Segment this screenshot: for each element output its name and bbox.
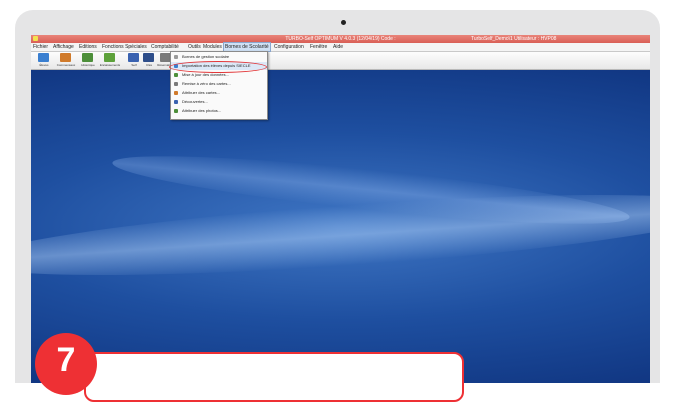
menu-outils[interactable]: Outils [188,43,201,51]
students-button[interactable]: Élèves [33,53,55,69]
photo-icon [174,109,178,113]
history-icon [82,53,93,62]
menu-fichier[interactable]: Fichier [33,43,48,51]
menu-bar: Fichier Affichage Editions Fonctions Spé… [31,42,650,52]
menu-item-assign-cards[interactable]: Attribuer des cartes... [171,89,267,97]
menu-item-reset-cards[interactable]: Remise à zéro des cartes... [171,80,267,88]
diners-button[interactable]: Commensaux [55,53,77,69]
menu-item-label: Attribuer des photos... [182,108,222,113]
update-icon [174,73,178,77]
menu-aide[interactable]: Aide [333,43,343,51]
menu-affichage[interactable]: Affichage [53,43,74,51]
instruction-callout [84,352,464,402]
menu-modules[interactable]: Modules [203,43,222,51]
menu-item-assign-photos[interactable]: Attribuer des photos... [171,107,267,115]
payments-icon [104,53,115,62]
menu-item-label: Bornes de gestion scolaire [182,54,230,59]
menu-item-bornes-gestion[interactable]: Bornes de gestion scolaire [171,53,267,61]
discover-icon [174,100,178,104]
history-button[interactable]: Historique [77,53,99,69]
step-number-badge: 7 [35,333,97,395]
students-icon [38,53,49,62]
toolbar: Élèves Commensaux Historique Encaissemen… [31,52,650,70]
window-title: TURBO-Self OPTIMUM V 4.0.3 (12/04/19) Co… [285,36,396,42]
payments-button[interactable]: Encaissements [99,53,121,69]
menu-comptabilite[interactable]: Comptabilité [151,43,179,51]
menu-configuration[interactable]: Configuration [274,43,304,51]
highlight-circle [169,61,267,73]
menu-editions[interactable]: Editions [79,43,97,51]
reset-icon [174,82,178,86]
payments-label: Encaissements [99,63,121,67]
camera-dot [341,20,346,25]
session-info: TurboSelf_Demo\1 Utilisateur : HVP08 [471,36,557,42]
terminal-icon [174,55,178,59]
diners-icon [60,53,71,62]
menu-bornes-de-scolarite[interactable]: Bornes de Scolarité [223,42,271,52]
menu-item-label: Attribuer des cartes... [182,90,221,95]
title-bar: TURBO-Self OPTIMUM V 4.0.3 (12/04/19) Co… [31,35,650,43]
menu-fonctions-speciales[interactable]: Fonctions Spéciales [102,43,147,51]
menu-fenetre[interactable]: Fenêtre [310,43,327,51]
card-icon [174,91,178,95]
menu-item-label: Remise à zéro des cartes... [182,81,231,86]
menu-item-label: Découvertes... [182,99,208,104]
keys-icon [143,53,154,62]
menu-item-discover[interactable]: Découvertes... [171,98,267,106]
screen: TURBO-Self OPTIMUM V 4.0.3 (12/04/19) Co… [31,35,650,383]
